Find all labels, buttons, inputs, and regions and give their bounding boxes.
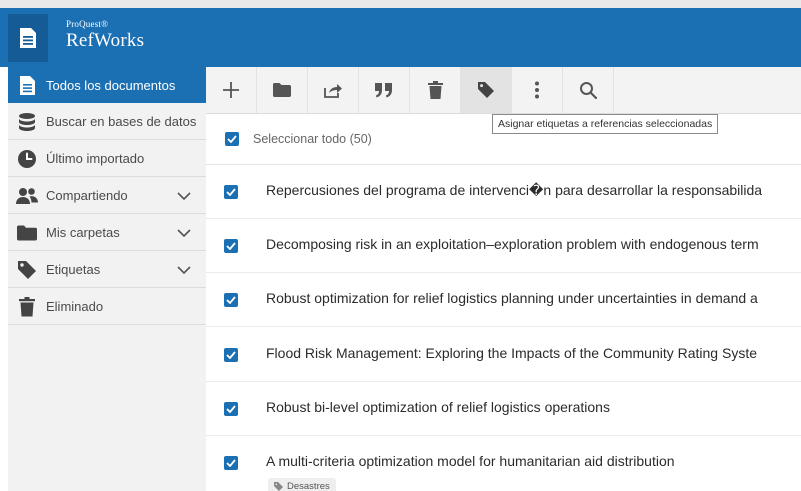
trash-icon — [427, 81, 443, 99]
reference-checkbox[interactable] — [224, 456, 238, 470]
search-icon — [580, 82, 597, 99]
checkmark-icon — [226, 242, 236, 250]
sidebar-item-label: Último importado — [46, 151, 145, 166]
sidebar-item-label: Todos los documentos — [46, 77, 176, 93]
sidebar-item-label: Compartiendo — [46, 188, 128, 203]
select-all-label: Seleccionar todo (50) — [253, 132, 372, 146]
assign-tags-button[interactable] — [461, 67, 512, 113]
reference-title[interactable]: Robust optimization for relief logistics… — [266, 290, 758, 306]
sidebar-item-label: Etiquetas — [46, 262, 101, 277]
sidebar-item-search-databases[interactable]: Buscar en bases de datos — [8, 104, 206, 140]
delete-button[interactable] — [410, 67, 461, 113]
sidebar-item-all-documents[interactable]: Todos los documentos — [8, 67, 206, 103]
sidebar-item-label: Mis carpetas — [46, 225, 120, 240]
trash-icon — [8, 289, 46, 325]
reference-row: A multi-criteria optimization model for … — [206, 436, 801, 491]
reference-checkbox[interactable] — [224, 348, 238, 362]
chevron-down-icon[interactable] — [172, 252, 196, 288]
reference-checkbox[interactable] — [224, 185, 238, 199]
chevron-down-icon[interactable] — [172, 215, 196, 251]
select-all-checkbox[interactable] — [225, 132, 239, 146]
reference-title[interactable]: A multi-criteria optimization model for … — [266, 453, 675, 469]
document-icon — [20, 28, 36, 48]
reference-row: Robust optimization for relief logistics… — [206, 273, 801, 327]
share-icon — [324, 84, 342, 98]
checkmark-icon — [226, 351, 236, 359]
checkmark-icon — [226, 459, 236, 467]
reference-checkbox[interactable] — [224, 402, 238, 416]
folder-icon — [273, 83, 291, 97]
reference-row: Decomposing risk in an exploitation–expl… — [206, 219, 801, 273]
reference-row: Flood Risk Management: Exploring the Imp… — [206, 328, 801, 382]
quote-icon — [375, 83, 392, 98]
reference-title[interactable]: Robust bi-level optimization of relief l… — [266, 399, 610, 415]
database-icon — [8, 104, 46, 140]
sidebar-item-tags[interactable]: Etiquetas — [8, 252, 206, 288]
brand-proquest: ProQuest® — [66, 19, 109, 29]
checkmark-icon — [226, 188, 236, 196]
brand-refworks: RefWorks — [66, 30, 145, 51]
checkmark-icon — [227, 135, 237, 143]
app-header: ProQuest® RefWorks — [0, 8, 801, 67]
toolbar — [206, 67, 801, 114]
add-to-folder-button[interactable] — [257, 67, 308, 113]
tag-icon — [8, 252, 46, 288]
sidebar-item-last-imported[interactable]: Último importado — [8, 141, 206, 177]
chevron-down-icon[interactable] — [172, 178, 196, 214]
tag-badge-label: Desastres — [287, 480, 330, 491]
app-window: ProQuest® RefWorks Todos los documentos … — [0, 8, 801, 491]
folder-icon — [8, 215, 46, 251]
sidebar-item-my-folders[interactable]: Mis carpetas — [8, 215, 206, 251]
checkmark-icon — [226, 296, 236, 304]
sidebar: Todos los documentos Buscar en bases de … — [8, 67, 206, 491]
more-options-button[interactable] — [512, 67, 563, 113]
clock-icon — [8, 141, 46, 177]
users-icon — [8, 178, 46, 214]
share-button[interactable] — [308, 67, 359, 113]
tooltip: Asignar etiquetas a referencias seleccio… — [492, 114, 719, 134]
tag-icon — [274, 481, 283, 491]
reference-checkbox[interactable] — [224, 239, 238, 253]
reference-title[interactable]: Decomposing risk in an exploitation–expl… — [266, 236, 759, 252]
plus-icon — [223, 82, 239, 98]
more-vertical-icon — [535, 81, 539, 99]
reference-title[interactable]: Flood Risk Management: Exploring the Imp… — [266, 345, 757, 361]
sidebar-item-deleted[interactable]: Eliminado — [8, 289, 206, 325]
sidebar-item-sharing[interactable]: Compartiendo — [8, 178, 206, 214]
add-reference-button[interactable] — [206, 67, 257, 113]
reference-checkbox[interactable] — [224, 293, 238, 307]
sidebar-item-label: Buscar en bases de datos — [46, 114, 197, 129]
reference-title[interactable]: Repercusiones del programa de intervenci… — [266, 182, 762, 199]
reference-row: Repercusiones del programa de intervenci… — [206, 165, 801, 219]
tag-icon — [478, 82, 494, 98]
app-logo[interactable] — [8, 14, 48, 62]
cite-button[interactable] — [359, 67, 410, 113]
sidebar-item-label: Eliminado — [46, 299, 104, 314]
tag-badge[interactable]: Desastres — [268, 478, 336, 491]
reference-row: Robust bi-level optimization of relief l… — [206, 382, 801, 436]
checkmark-icon — [226, 405, 236, 413]
search-button[interactable] — [563, 67, 614, 113]
document-icon — [8, 67, 46, 103]
